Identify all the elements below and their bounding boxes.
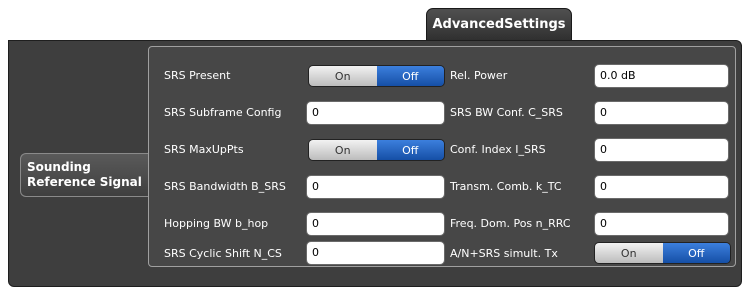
- transm-comb-field[interactable]: 0: [594, 175, 729, 199]
- srs-bw-conf-label: SRS BW Conf. C_SRS: [450, 106, 563, 119]
- toggle-on-option[interactable]: On: [309, 66, 377, 86]
- transm-comb-label: Transm. Comb. k_TC: [450, 180, 562, 193]
- freq-dom-pos-label: Freq. Dom. Pos n_RRC: [450, 217, 571, 230]
- srs-settings-panel: SRS Present On Off Rel. Power 0.0 dB SRS…: [148, 46, 736, 267]
- toggle-on-option[interactable]: On: [309, 140, 377, 160]
- side-tab-label: Sounding Reference Signal: [27, 160, 142, 189]
- hopping-bw-label: Hopping BW b_hop: [164, 217, 269, 230]
- freq-dom-pos-field[interactable]: 0: [594, 212, 729, 236]
- srs-maxuppts-label: SRS MaxUpPts: [164, 143, 244, 156]
- side-tab-sounding-reference-signal[interactable]: Sounding Reference Signal: [20, 153, 148, 197]
- toggle-off-option[interactable]: Off: [376, 140, 444, 160]
- tab-label: AdvancedSettings: [432, 17, 566, 32]
- toggle-off-option[interactable]: Off: [376, 66, 444, 86]
- tab-advanced-settings[interactable]: AdvancedSettings: [426, 8, 572, 40]
- srs-subframe-config-label: SRS Subframe Config: [164, 106, 282, 119]
- conf-index-label: Conf. Index I_SRS: [450, 143, 546, 156]
- srs-cyclic-shift-field[interactable]: 0: [306, 241, 445, 265]
- rel-power-field[interactable]: 0.0 dB: [594, 64, 729, 88]
- an-srs-simult-tx-toggle[interactable]: On Off: [594, 242, 731, 264]
- srs-present-label: SRS Present: [164, 69, 231, 82]
- srs-bandwidth-field[interactable]: 0: [306, 175, 445, 199]
- toggle-off-option[interactable]: Off: [662, 243, 730, 263]
- toggle-on-option[interactable]: On: [595, 243, 663, 263]
- srs-maxuppts-toggle[interactable]: On Off: [308, 139, 445, 161]
- rel-power-label: Rel. Power: [450, 69, 508, 82]
- srs-cyclic-shift-label: SRS Cyclic Shift N_CS: [164, 247, 282, 260]
- hopping-bw-field[interactable]: 0: [306, 212, 445, 236]
- srs-bw-conf-field[interactable]: 0: [594, 101, 729, 125]
- srs-present-toggle[interactable]: On Off: [308, 65, 445, 87]
- srs-subframe-config-field[interactable]: 0: [306, 101, 445, 125]
- an-srs-simult-tx-label: A/N+SRS simult. Tx: [450, 247, 558, 260]
- conf-index-field[interactable]: 0: [594, 138, 729, 162]
- srs-bandwidth-label: SRS Bandwidth B_SRS: [164, 180, 286, 193]
